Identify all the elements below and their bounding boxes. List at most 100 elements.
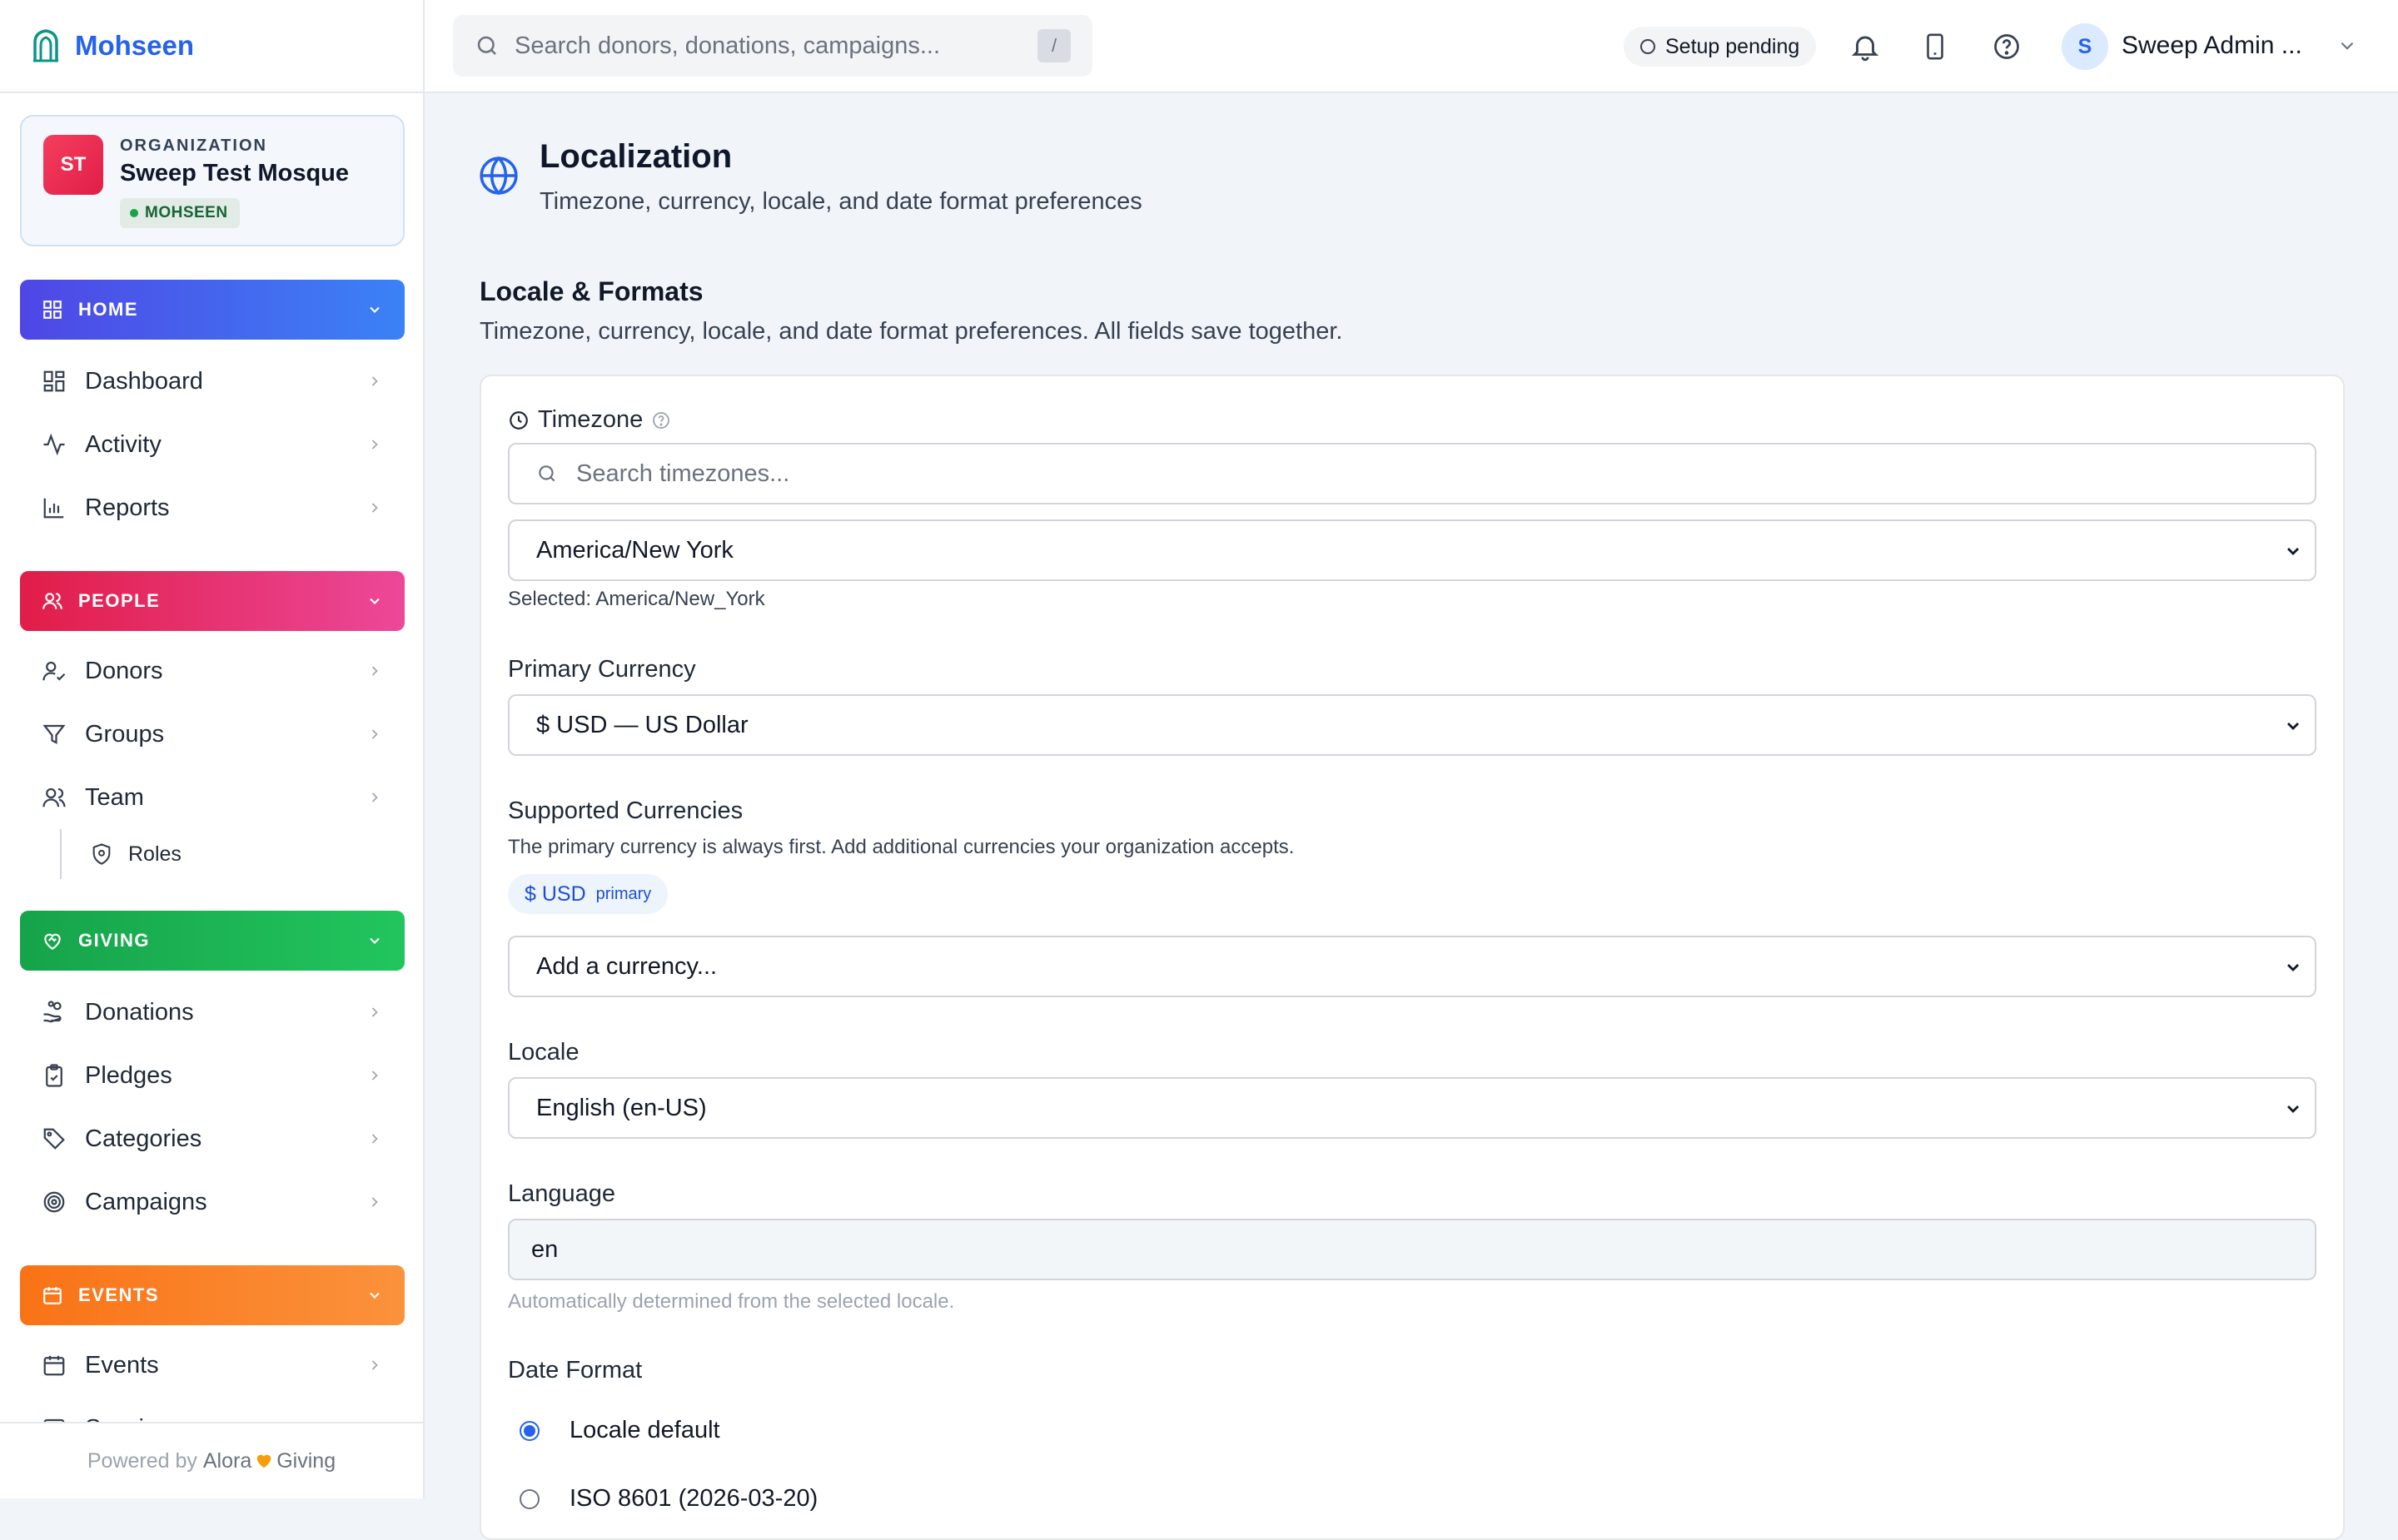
- chevron-right-icon: [366, 436, 383, 453]
- chevron-down-icon: [366, 932, 383, 949]
- search-placeholder: Search donors, donations, campaigns...: [515, 32, 941, 59]
- chevron-right-icon: [366, 1004, 383, 1021]
- chevron-right-icon: [366, 726, 383, 743]
- radio-selected[interactable]: [520, 1420, 540, 1441]
- dashboard-icon: [42, 369, 67, 394]
- timezone-search-input[interactable]: Search timezones...: [508, 443, 2316, 504]
- sidebar-item-label: Roles: [128, 842, 182, 866]
- sidebar-item-events[interactable]: Events: [20, 1337, 405, 1393]
- global-search[interactable]: Search donors, donations, campaigns... /: [453, 15, 1092, 77]
- user-menu-name[interactable]: Sweep Admin ...: [2122, 32, 2302, 60]
- chevron-right-icon: [366, 1194, 383, 1210]
- section-subtitle: Timezone, currency, locale, and date for…: [480, 318, 1343, 345]
- timezone-label-row: Timezone: [508, 406, 671, 434]
- section-giving[interactable]: GIVING: [20, 911, 405, 971]
- sidebar-item-label: Groups: [85, 720, 165, 748]
- date-format-label: Date Format: [508, 1357, 643, 1384]
- sidebar-item-team[interactable]: Team: [20, 769, 405, 826]
- sidebar-item-categories[interactable]: Categories: [20, 1110, 405, 1167]
- organization-card[interactable]: ST ORGANIZATION Sweep Test Mosque MOHSEE…: [20, 115, 405, 246]
- sidebar-item-donations[interactable]: Donations: [20, 984, 405, 1041]
- date-format-option-label: ISO 8601 (2026-03-20): [570, 1485, 818, 1512]
- page-subtitle: Timezone, currency, locale, and date for…: [540, 188, 1142, 215]
- timezone-select[interactable]: America/New York: [508, 519, 2316, 581]
- brand[interactable]: Mohseen: [0, 0, 423, 93]
- timezone-search-placeholder: Search timezones...: [576, 460, 790, 487]
- date-format-option-iso[interactable]: ISO 8601 (2026-03-20): [520, 1485, 818, 1513]
- section-title: Locale & Formats: [480, 276, 704, 306]
- sidebar-item-label: Categories: [85, 1125, 202, 1152]
- language-hint: Automatically determined from the select…: [508, 1290, 955, 1313]
- calendar-icon: [42, 1353, 67, 1378]
- footer-brand-suffix: Giving: [276, 1448, 336, 1473]
- heart-icon: [255, 1452, 273, 1470]
- user-avatar[interactable]: S: [2062, 23, 2108, 70]
- sidebar-item-label: Campaigns: [85, 1188, 207, 1215]
- section-home[interactable]: HOME: [20, 280, 405, 340]
- chevron-right-icon: [366, 373, 383, 390]
- sidebar-item-groups[interactable]: Groups: [20, 706, 405, 763]
- tag-icon: [42, 1126, 67, 1151]
- chevron-right-icon: [366, 789, 383, 806]
- currency-chip-usd[interactable]: $ USD primary: [508, 874, 669, 914]
- mobile-preview-button[interactable]: [1915, 27, 1955, 67]
- user-check-icon: [42, 658, 67, 683]
- chevron-down-icon: [2283, 1099, 2303, 1119]
- notifications-button[interactable]: [1845, 27, 1885, 67]
- currency-chip-tag: primary: [595, 884, 652, 903]
- sidebar-item-dashboard[interactable]: Dashboard: [20, 353, 405, 410]
- shield-icon: [90, 842, 113, 866]
- sidebar-item-label: Donations: [85, 998, 194, 1026]
- activity-icon: [42, 432, 67, 457]
- sidebar-subitem-roles[interactable]: Roles: [60, 829, 376, 879]
- chevron-down-icon: [2283, 957, 2303, 977]
- smartphone-icon: [1921, 32, 1949, 62]
- globe-icon: [478, 155, 520, 196]
- chevron-down-icon: [366, 301, 383, 318]
- sidebar-item-label: Reports: [85, 494, 170, 521]
- setup-status-badge[interactable]: Setup pending: [1624, 27, 1817, 67]
- primary-currency-label: Primary Currency: [508, 656, 696, 683]
- heart-handshake-icon: [42, 930, 63, 951]
- sidebar-item-activity[interactable]: Activity: [20, 416, 405, 473]
- search-icon: [536, 463, 558, 484]
- bar-chart-icon: [42, 495, 67, 520]
- sidebar-item-reports[interactable]: Reports: [20, 479, 405, 536]
- sidebar-item-label: Pledges: [85, 1061, 172, 1089]
- add-currency-select[interactable]: Add a currency...: [508, 936, 2316, 997]
- radio-unselected[interactable]: [520, 1488, 540, 1509]
- primary-currency-value: $ USD — US Dollar: [536, 711, 749, 738]
- hand-coins-icon: [42, 1000, 67, 1025]
- org-name: Sweep Test Mosque: [120, 160, 350, 186]
- primary-currency-select[interactable]: $ USD — US Dollar: [508, 694, 2316, 756]
- help-circle-icon[interactable]: [651, 410, 671, 430]
- timezone-selected-value: America/New York: [536, 536, 734, 564]
- chevron-down-icon[interactable]: [2336, 35, 2358, 57]
- sidebar-item-donors[interactable]: Donors: [20, 643, 405, 699]
- chevron-down-icon: [366, 593, 383, 609]
- date-format-option-locale-default[interactable]: Locale default: [520, 1417, 720, 1444]
- search-shortcut-key: /: [1037, 29, 1071, 62]
- section-events-label: EVENTS: [78, 1284, 160, 1305]
- help-button[interactable]: [1987, 27, 2027, 67]
- section-events[interactable]: EVENTS: [20, 1265, 405, 1325]
- section-people[interactable]: PEOPLE: [20, 571, 405, 631]
- page-title: Localization: [540, 138, 733, 175]
- locale-value: English (en-US): [536, 1094, 707, 1121]
- org-badge: MOHSEEN: [120, 198, 240, 228]
- sidebar-item-label: Events: [85, 1351, 159, 1379]
- org-badge-label: MOHSEEN: [145, 204, 228, 221]
- sidebar-item-label: Team: [85, 783, 144, 811]
- mosque-logo-icon: [32, 29, 60, 62]
- supported-currencies-label: Supported Currencies: [508, 797, 744, 824]
- currency-chip-label: $ USD: [525, 882, 586, 906]
- setup-status-label: Setup pending: [1665, 34, 1800, 58]
- clipboard-check-icon: [42, 1063, 67, 1088]
- date-format-option-label: Locale default: [570, 1417, 720, 1443]
- language-value: en: [531, 1235, 559, 1263]
- sidebar-item-pledges[interactable]: Pledges: [20, 1047, 405, 1104]
- locale-select[interactable]: English (en-US): [508, 1077, 2316, 1139]
- sidebar-item-campaigns[interactable]: Campaigns: [20, 1174, 405, 1230]
- chevron-right-icon: [366, 663, 383, 679]
- chevron-right-icon: [366, 1357, 383, 1374]
